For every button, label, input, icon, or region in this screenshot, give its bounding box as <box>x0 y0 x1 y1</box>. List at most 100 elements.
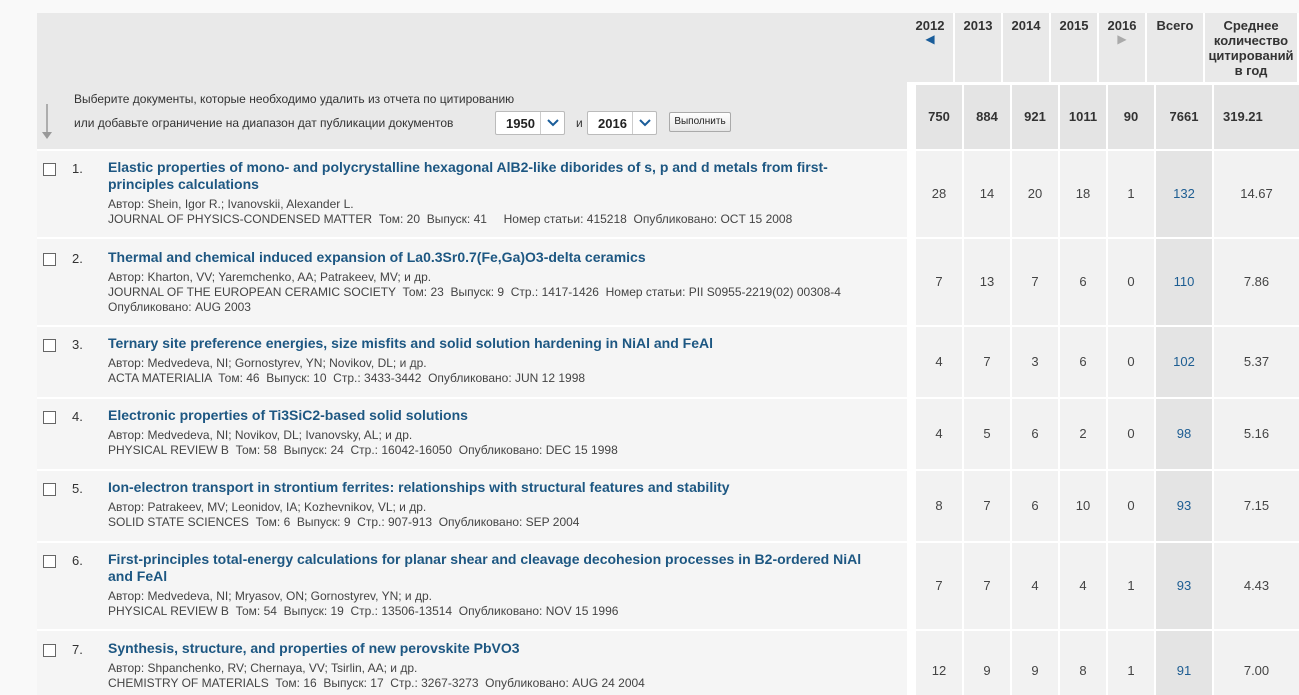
citations-average: 4.43 <box>1214 543 1299 629</box>
citations-average: 7.86 <box>1214 239 1299 325</box>
record-source: JOURNAL OF PHYSICS-CONDENSED MATTER Том:… <box>108 212 793 226</box>
record-checkbox[interactable] <box>43 411 56 424</box>
citations-average: 7.15 <box>1214 471 1299 541</box>
citations-total-cell[interactable]: 132 <box>1156 151 1212 237</box>
citations-total-link[interactable]: 132 <box>1173 186 1195 201</box>
citations-2015: 4 <box>1060 543 1106 629</box>
record-cell: 2. Thermal and chemical induced expansion… <box>37 239 907 325</box>
record-checkbox[interactable] <box>43 555 56 568</box>
citations-total-cell[interactable]: 91 <box>1156 631 1212 695</box>
record-authors: Автор: Medvedeva, NI; Novikov, DL; Ivano… <box>108 428 413 442</box>
record-authors: Автор: Patrakeev, MV; Leonidov, IA; Kozh… <box>108 500 427 514</box>
total-all: 7661 <box>1156 85 1212 149</box>
record-checkbox[interactable] <box>43 483 56 496</box>
total-2012: 750 <box>916 85 962 149</box>
column-header-2014: 2014 <box>1003 13 1049 82</box>
row-divider <box>907 151 916 237</box>
citations-2014: 9 <box>1012 631 1058 695</box>
citations-2016: 0 <box>1108 399 1154 469</box>
column-header-2012: 2012 ◀ <box>907 13 953 82</box>
citations-total-link[interactable]: 93 <box>1177 578 1191 593</box>
citations-2015: 8 <box>1060 631 1106 695</box>
record-checkbox[interactable] <box>43 339 56 352</box>
citations-total-cell[interactable]: 102 <box>1156 327 1212 397</box>
citations-2014: 4 <box>1012 543 1058 629</box>
chevron-down-icon <box>632 112 656 134</box>
from-year-select[interactable]: 1950 <box>495 111 565 135</box>
citations-total-cell[interactable]: 93 <box>1156 471 1212 541</box>
citations-2015: 6 <box>1060 327 1106 397</box>
citations-2015: 6 <box>1060 239 1106 325</box>
citations-2012: 7 <box>916 239 962 325</box>
record-checkbox[interactable] <box>43 253 56 266</box>
record-cell: 4. Electronic properties of Ti3SiC2-based… <box>37 399 907 469</box>
citations-2012: 28 <box>916 151 962 237</box>
citations-total-link[interactable]: 98 <box>1177 426 1191 441</box>
row-divider <box>907 471 916 541</box>
record-authors: Автор: Kharton, VV; Yaremchenko, AA; Pat… <box>108 270 432 284</box>
total-2015: 1011 <box>1060 85 1106 149</box>
record-source: ACTA MATERIALIA Том: 46 Выпуск: 10 Стр.:… <box>108 371 586 385</box>
citations-2016: 0 <box>1108 327 1154 397</box>
citations-2016: 0 <box>1108 239 1154 325</box>
citations-2016: 1 <box>1108 151 1154 237</box>
citations-total-cell[interactable]: 98 <box>1156 399 1212 469</box>
citations-average: 5.16 <box>1214 399 1299 469</box>
citations-2015: 2 <box>1060 399 1106 469</box>
record-cell: 1. Elastic properties of mono- and polycr… <box>37 151 907 237</box>
column-header-2015: 2015 <box>1051 13 1097 82</box>
record-number: 6. <box>72 553 83 568</box>
apply-button[interactable]: Выполнить <box>669 112 731 132</box>
record-source: SOLID STATE SCIENCES Том: 6 Выпуск: 9 Ст… <box>108 515 580 529</box>
citations-total-link[interactable]: 91 <box>1177 663 1191 678</box>
from-year-value: 1950 <box>506 116 535 131</box>
arrow-down-icon <box>42 104 56 140</box>
citations-2012: 12 <box>916 631 962 695</box>
citations-2013: 7 <box>964 471 1010 541</box>
record-title-link[interactable]: Ion-electron transport in strontium ferr… <box>108 479 868 496</box>
record-title-link[interactable]: Elastic properties of mono- and polycrys… <box>108 159 868 193</box>
total-average: 319.21 <box>1214 85 1299 149</box>
citations-total-link[interactable]: 93 <box>1177 498 1191 513</box>
previous-years-icon[interactable]: ◀ <box>907 33 953 45</box>
citations-2012: 7 <box>916 543 962 629</box>
citations-total-link[interactable]: 102 <box>1173 354 1195 369</box>
citations-average: 14.67 <box>1214 151 1299 237</box>
row-divider <box>907 399 916 469</box>
citations-total-cell[interactable]: 110 <box>1156 239 1212 325</box>
record-title-link[interactable]: Synthesis, structure, and properties of … <box>108 640 868 657</box>
record-authors: Автор: Medvedeva, NI; Mryasov, ON; Gorno… <box>108 589 432 603</box>
citations-2015: 10 <box>1060 471 1106 541</box>
record-title-link[interactable]: Ternary site preference energies, size m… <box>108 335 868 352</box>
record-number: 3. <box>72 337 83 352</box>
record-title-link[interactable]: Electronic properties of Ti3SiC2-based s… <box>108 407 868 424</box>
citations-2013: 7 <box>964 543 1010 629</box>
citations-2015: 18 <box>1060 151 1106 237</box>
total-2016: 90 <box>1108 85 1154 149</box>
citations-2013: 9 <box>964 631 1010 695</box>
to-year-select[interactable]: 2016 <box>587 111 657 135</box>
column-average-label: Среднее количество цитирований в год <box>1208 18 1294 78</box>
column-header-2013: 2013 <box>955 13 1001 82</box>
citations-2014: 6 <box>1012 471 1058 541</box>
column-total-label: Всего <box>1156 18 1194 33</box>
citations-total-link[interactable]: 110 <box>1174 274 1195 289</box>
citations-2014: 6 <box>1012 399 1058 469</box>
citations-2013: 7 <box>964 327 1010 397</box>
record-title-link[interactable]: Thermal and chemical induced expansion o… <box>108 249 868 266</box>
record-source: PHYSICAL REVIEW B Том: 58 Выпуск: 24 Стр… <box>108 443 618 457</box>
record-title-link[interactable]: First-principles total-energy calculatio… <box>108 551 868 585</box>
next-years-icon[interactable]: ▶ <box>1099 33 1145 45</box>
record-checkbox[interactable] <box>43 644 56 657</box>
record-cell: 3. Ternary site preference energies, size… <box>37 327 907 397</box>
record-source: CHEMISTRY OF MATERIALS Том: 16 Выпуск: 1… <box>108 676 645 690</box>
citations-2016: 0 <box>1108 471 1154 541</box>
citations-total-cell[interactable]: 93 <box>1156 543 1212 629</box>
citations-2012: 4 <box>916 327 962 397</box>
and-label: и <box>576 116 583 130</box>
column-year-label: 2012 <box>915 18 945 33</box>
record-checkbox[interactable] <box>43 163 56 176</box>
record-cell: 6. First-principles total-energy calculat… <box>37 543 907 629</box>
total-2013: 884 <box>964 85 1010 149</box>
record-authors: Автор: Shpanchenko, RV; Chernaya, VV; Ts… <box>108 661 418 675</box>
